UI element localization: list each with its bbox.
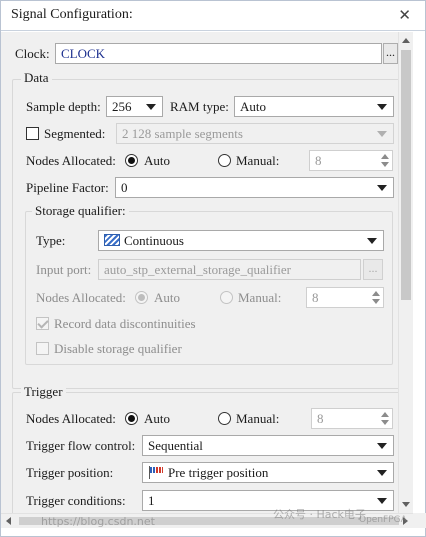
scroll-left-icon[interactable] [6,517,11,525]
pipeline-factor-select[interactable]: 0 [115,177,394,198]
record-discontinuities-label: Record data discontinuities [54,316,196,331]
ram-type-select[interactable]: Auto [234,96,394,117]
sample-depth-select[interactable]: 256 [106,96,163,117]
trigger-nodes-spinbox[interactable]: 8 [311,408,393,429]
sq-input-port-label: Input port: [36,262,92,277]
trigger-flow-control-select[interactable]: Sequential [142,435,394,456]
trigger-group-title: Trigger [21,384,66,400]
sq-nodes-value: 8 [312,290,319,305]
segmented-checkbox[interactable] [26,127,39,140]
title-bar: Signal Configuration: ✕ [1,1,425,31]
signal-configuration-panel: Signal Configuration: ✕ Clock: CLOCK ...… [0,0,426,537]
disable-storage-qualifier-label: Disable storage qualifier [54,341,182,356]
scroll-up-icon[interactable] [402,38,410,43]
clock-label: Clock: [15,46,50,61]
sq-nodes-auto-label: Auto [154,290,180,305]
pre-trigger-flag-icon [148,466,164,479]
chevron-down-icon [377,470,387,476]
record-discontinuities-checkbox[interactable] [36,317,49,330]
data-nodes-allocated-label: Nodes Allocated: [26,153,116,168]
segments-value: 2 128 sample segments [122,126,243,141]
continuous-icon [104,234,120,246]
trigger-nodes-manual-label: Manual: [236,411,280,426]
trigger-conditions-value: 1 [148,493,155,508]
pipeline-factor-label: Pipeline Factor: [26,180,109,195]
chevron-down-icon [367,238,377,244]
spin-arrows-icon[interactable] [380,153,390,168]
chevron-down-icon [146,104,156,110]
trigger-nodes-manual-radio[interactable] [218,412,231,425]
vertical-scroll-thumb[interactable] [401,50,411,300]
data-nodes-auto-radio[interactable] [125,154,138,167]
data-nodes-manual-radio[interactable] [218,154,231,167]
ram-type-value: Auto [240,99,266,114]
trigger-flow-control-value: Sequential [148,438,203,453]
panel-title: Signal Configuration: [11,7,133,22]
scrollbar-corner [413,513,426,528]
chevron-down-icon [377,185,387,191]
chevron-down-icon [377,104,387,110]
trigger-position-value: Pre trigger position [168,465,269,480]
config-content: Clock: CLOCK ... Data Sample depth: 256 … [1,32,398,513]
storage-qualifier-title: Storage qualifier: [32,203,129,219]
sq-nodes-spinbox[interactable]: 8 [306,287,384,308]
clock-input[interactable]: CLOCK [55,43,382,64]
sq-nodes-auto-radio[interactable] [135,291,148,304]
disable-storage-qualifier-checkbox[interactable] [36,342,49,355]
trigger-position-label: Trigger position: [26,465,114,480]
data-nodes-manual-label: Manual: [236,153,280,168]
vertical-scrollbar[interactable] [398,32,413,513]
sq-type-label: Type: [36,233,66,248]
pipeline-factor-value: 0 [121,180,128,195]
chevron-down-icon [377,498,387,504]
trigger-conditions-label: Trigger conditions: [26,493,126,508]
trigger-nodes-value: 8 [317,411,324,426]
data-nodes-value: 8 [315,153,322,168]
ram-type-label: RAM type: [170,99,229,114]
sample-depth-value: 256 [112,99,132,114]
chevron-down-icon [377,443,387,449]
trigger-nodes-auto-radio[interactable] [125,412,138,425]
segments-select[interactable]: 2 128 sample segments [116,123,394,144]
segmented-label: Segmented: [44,126,106,141]
sq-nodes-allocated-label: Nodes Allocated: [36,290,126,305]
data-group-title: Data [21,70,52,86]
trigger-nodes-allocated-label: Nodes Allocated: [26,411,116,426]
chevron-down-icon [377,131,387,137]
sq-input-port-browse-button[interactable]: ... [363,259,383,280]
sq-nodes-manual-label: Manual: [238,290,282,305]
close-icon[interactable]: ✕ [398,6,411,24]
sq-nodes-manual-radio[interactable] [220,291,233,304]
watermark-brand: 公众号 · Hack电子 [273,508,366,521]
scroll-down-icon[interactable] [402,502,410,507]
clock-browse-button[interactable]: ... [383,43,398,64]
trigger-position-select[interactable]: Pre trigger position [142,462,394,483]
sq-input-port-field[interactable]: auto_stp_external_storage_qualifier [98,259,361,280]
trigger-nodes-auto-label: Auto [144,411,170,426]
sq-type-value: Continuous [124,233,184,248]
data-nodes-spinbox[interactable]: 8 [309,150,393,171]
data-nodes-auto-label: Auto [144,153,170,168]
watermark-url: https://blog.csdn.net [41,515,155,528]
sample-depth-label: Sample depth: [26,99,101,114]
trigger-flow-control-label: Trigger flow control: [26,438,136,453]
watermark-corner: OpenFPGA [359,515,407,525]
spin-arrows-icon[interactable] [380,411,390,426]
sq-type-select[interactable]: Continuous [98,230,384,251]
spin-arrows-icon[interactable] [371,290,381,305]
